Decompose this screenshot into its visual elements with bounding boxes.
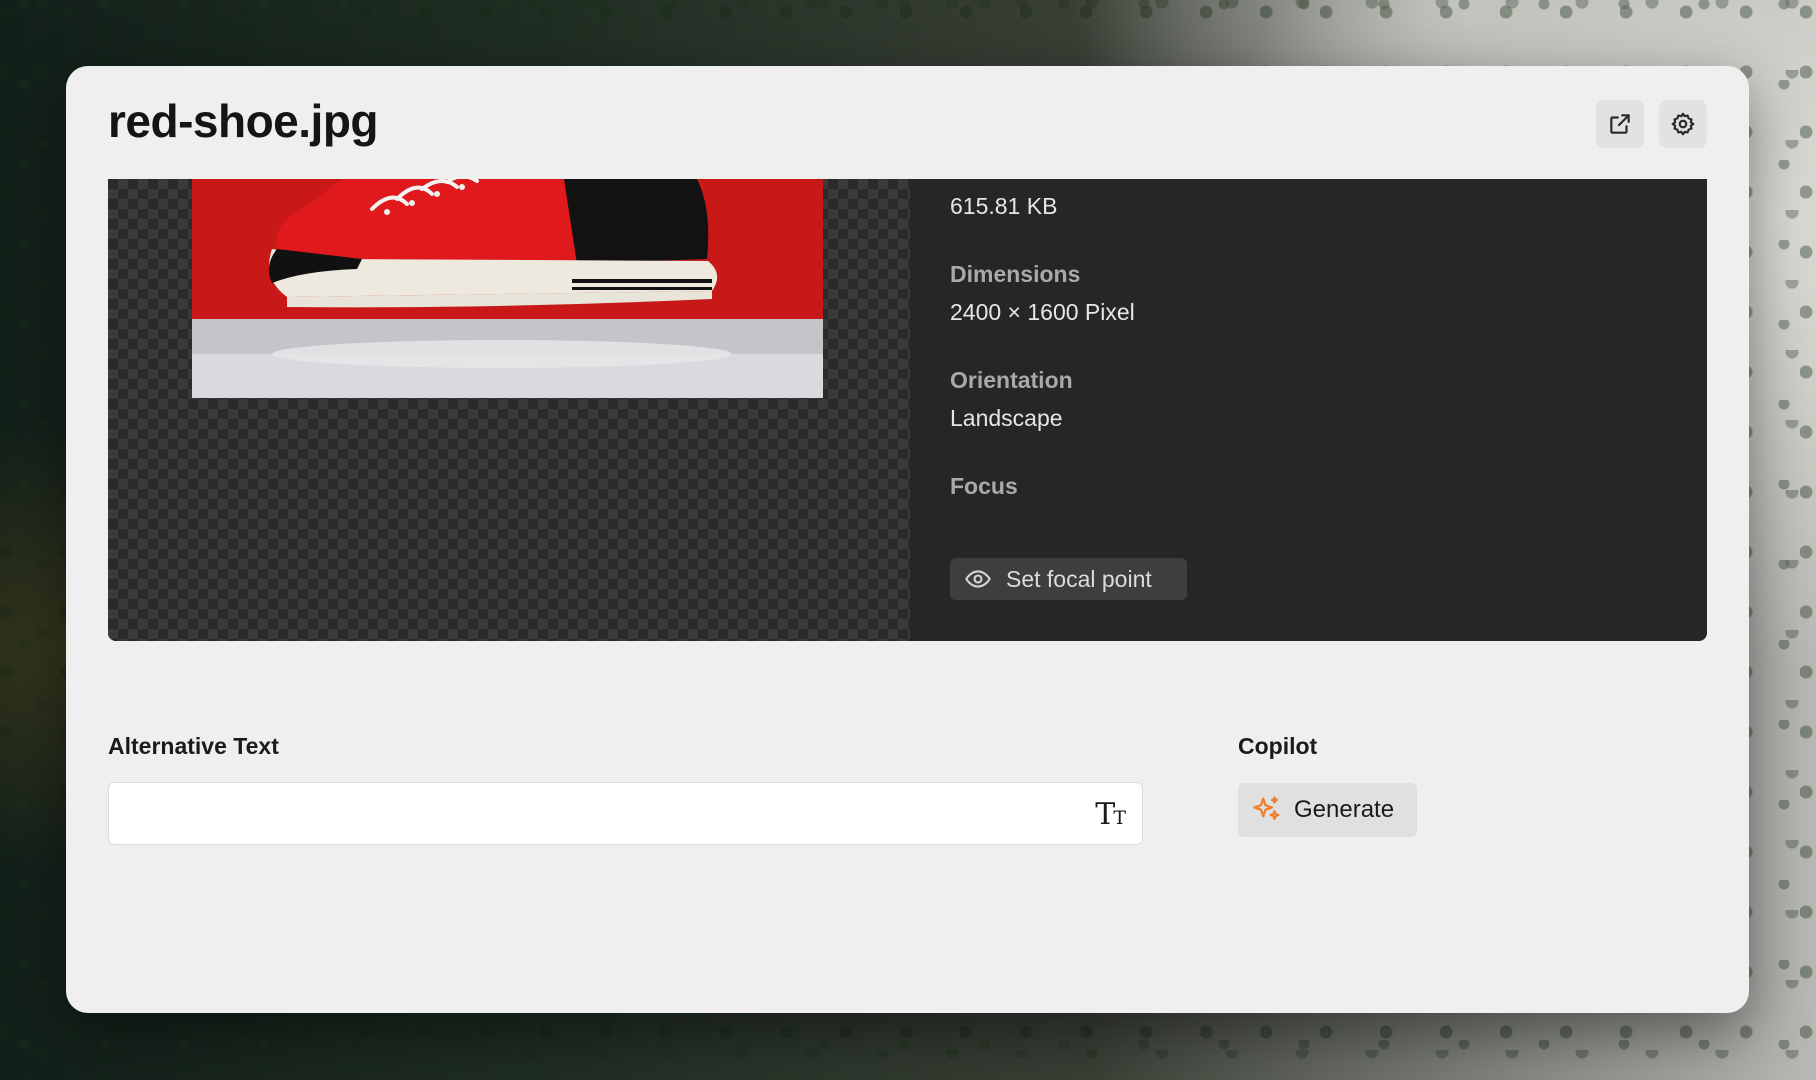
generate-label: Generate <box>1294 796 1395 823</box>
image-preview-area[interactable] <box>108 179 910 641</box>
settings-button[interactable] <box>1659 100 1707 148</box>
generate-button[interactable]: Generate <box>1238 783 1417 837</box>
open-external-button[interactable] <box>1596 100 1644 148</box>
shoe-illustration <box>192 179 823 398</box>
external-link-icon <box>1610 114 1630 134</box>
dimensions-label: Dimensions <box>950 261 1081 287</box>
eye-icon <box>965 570 991 588</box>
copilot-label: Copilot <box>1238 733 1318 759</box>
media-panel: 615.81 KB Dimensions 2400 × 1600 Pixel O… <box>108 179 1707 641</box>
set-focal-point-label: Set focal point <box>1006 565 1152 592</box>
alt-text-field: TT <box>108 782 1143 845</box>
file-size-value: 615.81 KB <box>950 193 1058 219</box>
set-focal-point-button[interactable]: Set focal point <box>950 558 1187 600</box>
asset-details-dialog: red-shoe.jpg 615.81 KB Dimensions 2400 ×… <box>66 66 1749 1013</box>
orientation-label: Orientation <box>950 367 1073 393</box>
text-size-icon[interactable]: TT <box>1095 797 1126 832</box>
focus-label: Focus <box>950 473 1018 499</box>
dialog-title: red-shoe.jpg <box>108 95 379 147</box>
sparkle-icon <box>1253 796 1280 820</box>
alt-text-input[interactable] <box>109 783 1069 844</box>
gear-icon <box>1671 112 1695 136</box>
alt-text-label: Alternative Text <box>108 733 279 759</box>
image-preview <box>192 179 823 398</box>
dimensions-value: 2400 × 1600 Pixel <box>950 299 1135 325</box>
orientation-value: Landscape <box>950 405 1063 431</box>
